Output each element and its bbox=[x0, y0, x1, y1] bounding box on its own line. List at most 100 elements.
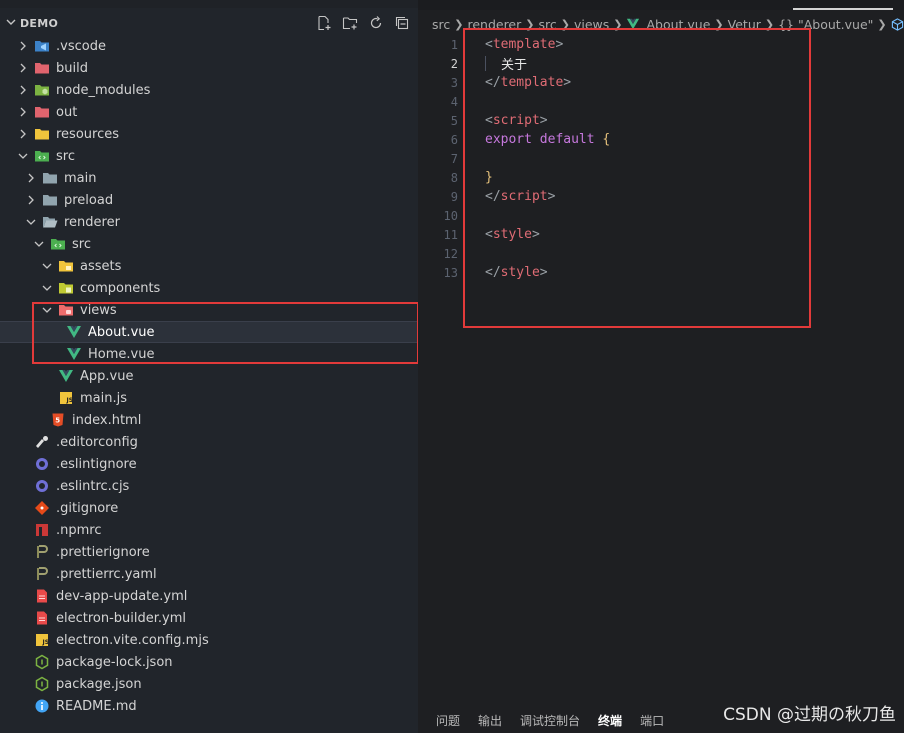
tree-item-preload[interactable]: preload bbox=[0, 189, 418, 211]
tree-item-label: preload bbox=[64, 192, 114, 208]
tree-item-prettierignore[interactable]: .prettierignore bbox=[0, 541, 418, 563]
code-text: </template> bbox=[485, 75, 572, 90]
breadcrumb-item[interactable]: Vetur bbox=[728, 17, 761, 32]
line-number: 11 bbox=[443, 227, 458, 242]
line-number: 9 bbox=[450, 189, 458, 204]
svg-text:5: 5 bbox=[55, 417, 60, 425]
new-file-icon[interactable] bbox=[316, 15, 332, 31]
tree-item-about-vue[interactable]: About.vue bbox=[0, 321, 418, 343]
tree-item-eslintignore[interactable]: .eslintignore bbox=[0, 453, 418, 475]
tree-item-resources[interactable]: resources bbox=[0, 123, 418, 145]
tree-item-renderer-src[interactable]: src bbox=[0, 233, 418, 255]
tree-item-readme[interactable]: README.md bbox=[0, 695, 418, 717]
chevron-right-icon: ❯ bbox=[877, 17, 887, 31]
code-text: <script> bbox=[485, 113, 548, 128]
sidebar-top-strip bbox=[0, 0, 418, 8]
tree-item-main-js[interactable]: JS main.js bbox=[0, 387, 418, 409]
breadcrumb-item[interactable]: About.vue bbox=[646, 17, 710, 32]
tree-item-node-modules[interactable]: node_modules bbox=[0, 79, 418, 101]
tree-item-gitignore[interactable]: .gitignore bbox=[0, 497, 418, 519]
folder-src-icon bbox=[50, 236, 66, 252]
tree-item-renderer[interactable]: renderer bbox=[0, 211, 418, 233]
vue-file-icon bbox=[66, 346, 82, 362]
chevron-right-icon bbox=[16, 105, 30, 119]
folder-resources-icon bbox=[34, 126, 50, 142]
tree-item-components[interactable]: components bbox=[0, 277, 418, 299]
node-file-icon bbox=[34, 654, 50, 670]
node-file-icon bbox=[34, 676, 50, 692]
tree-item-label: .editorconfig bbox=[56, 434, 138, 450]
tree-item-electron-builder[interactable]: electron-builder.yml bbox=[0, 607, 418, 629]
code-editor[interactable]: 1 <template> 2 关于 3 </template> 4 5 <scr… bbox=[418, 35, 904, 282]
tree-item-label: components bbox=[80, 280, 161, 296]
line-number: 1 bbox=[450, 37, 458, 52]
breadcrumb-item[interactable]: src bbox=[538, 17, 556, 32]
tab-ports[interactable]: 端口 bbox=[640, 712, 664, 729]
chevron-down-icon[interactable] bbox=[4, 17, 18, 30]
explorer-section-header[interactable]: DEMO bbox=[0, 12, 418, 34]
chevron-right-icon: ❯ bbox=[764, 17, 775, 31]
yaml-file-icon bbox=[34, 610, 50, 626]
tree-item-label: Home.vue bbox=[88, 346, 155, 362]
code-text: <style> bbox=[485, 227, 540, 242]
breadcrumb-item[interactable]: src bbox=[432, 17, 450, 32]
eslint-file-icon bbox=[34, 478, 50, 494]
code-text: } bbox=[485, 170, 493, 185]
tree-item-build[interactable]: build bbox=[0, 57, 418, 79]
git-file-icon bbox=[34, 500, 50, 516]
symbol-icon bbox=[891, 17, 904, 31]
tree-item-vscode[interactable]: .vscode bbox=[0, 35, 418, 57]
svg-text:JS: JS bbox=[66, 397, 74, 404]
tree-item-electron-vite-config[interactable]: JS electron.vite.config.mjs bbox=[0, 629, 418, 651]
code-line: 4 bbox=[418, 92, 904, 111]
collapse-all-icon[interactable] bbox=[394, 15, 410, 31]
indent-guide bbox=[485, 56, 486, 71]
tab-terminal[interactable]: 终端 bbox=[598, 712, 622, 729]
folder-icon bbox=[42, 170, 58, 186]
breadcrumb-item[interactable]: views bbox=[574, 17, 609, 32]
tree-item-package-json[interactable]: package.json bbox=[0, 673, 418, 695]
refresh-icon[interactable] bbox=[368, 15, 384, 31]
html-file-icon: 5 bbox=[50, 412, 66, 428]
folder-open-icon bbox=[42, 214, 58, 230]
tree-item-prettierrc[interactable]: .prettierrc.yaml bbox=[0, 563, 418, 585]
folder-assets-icon bbox=[58, 258, 74, 274]
tree-item-label: electron.vite.config.mjs bbox=[56, 632, 209, 648]
tree-item-views[interactable]: views bbox=[0, 299, 418, 321]
tab-output[interactable]: 输出 bbox=[478, 712, 502, 729]
tree-item-label: out bbox=[56, 104, 78, 120]
breadcrumb-item[interactable]: renderer bbox=[467, 17, 521, 32]
tree-item-index-html[interactable]: 5 index.html bbox=[0, 409, 418, 431]
tree-item-label: About.vue bbox=[88, 324, 155, 340]
tab-debug-console[interactable]: 调试控制台 bbox=[520, 712, 580, 729]
chevron-right-icon: ❯ bbox=[525, 17, 535, 31]
folder-components-icon bbox=[58, 280, 74, 296]
tab-problems[interactable]: 问题 bbox=[436, 712, 460, 729]
tree-item-out[interactable]: out bbox=[0, 101, 418, 123]
code-line: 7 bbox=[418, 149, 904, 168]
tree-item-assets[interactable]: assets bbox=[0, 255, 418, 277]
active-tab-indicator bbox=[793, 8, 893, 10]
tree-item-eslintrc[interactable]: .eslintrc.cjs bbox=[0, 475, 418, 497]
watermark: CSDN @过期の秋刀鱼 bbox=[723, 705, 896, 725]
chevron-right-icon bbox=[16, 39, 30, 53]
tree-item-package-lock[interactable]: package-lock.json bbox=[0, 651, 418, 673]
breadcrumb-item[interactable]: {} "About.vue" bbox=[778, 17, 873, 32]
line-number: 4 bbox=[450, 94, 458, 109]
tree-item-label: .prettierignore bbox=[56, 544, 150, 560]
new-folder-icon[interactable] bbox=[342, 15, 358, 31]
tree-item-src[interactable]: src bbox=[0, 145, 418, 167]
tree-item-editorconfig[interactable]: .editorconfig bbox=[0, 431, 418, 453]
tree-item-home-vue[interactable]: Home.vue bbox=[0, 343, 418, 365]
tree-item-npmrc[interactable]: .npmrc bbox=[0, 519, 418, 541]
tree-item-label: index.html bbox=[72, 412, 142, 428]
tree-item-main[interactable]: main bbox=[0, 167, 418, 189]
tree-item-label: node_modules bbox=[56, 82, 151, 98]
vue-file-icon bbox=[58, 368, 74, 384]
prettier-file-icon bbox=[34, 544, 50, 560]
tree-item-dev-app-update[interactable]: dev-app-update.yml bbox=[0, 585, 418, 607]
code-text: 关于 bbox=[501, 58, 528, 73]
chevron-down-icon bbox=[24, 215, 38, 229]
line-number: 6 bbox=[450, 132, 458, 147]
tree-item-app-vue[interactable]: App.vue bbox=[0, 365, 418, 387]
